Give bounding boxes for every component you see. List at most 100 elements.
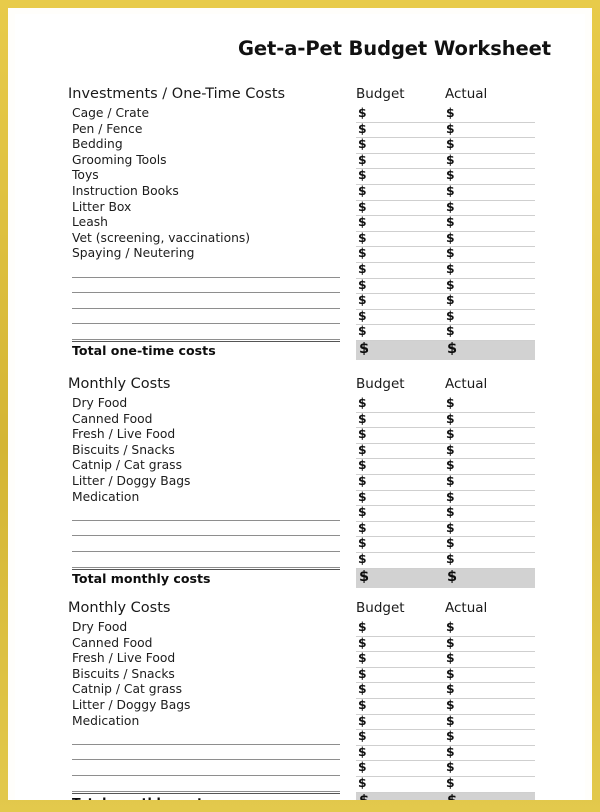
amount-field-budget[interactable]: $	[356, 682, 444, 699]
blank-write-in-line[interactable]	[72, 535, 340, 537]
amount-field-budget[interactable]: $	[356, 412, 444, 429]
currency-symbol: $	[446, 505, 455, 520]
blank-write-in-line[interactable]	[72, 519, 340, 521]
amount-field-budget[interactable]: $	[356, 490, 444, 507]
worksheet-row: Grooming Tools $ $	[15, 153, 585, 170]
amount-field-budget[interactable]: $	[356, 168, 444, 185]
amount-field-budget[interactable]: $	[356, 745, 444, 762]
amount-field-actual[interactable]: $	[444, 122, 535, 139]
amount-field-budget[interactable]: $	[356, 760, 444, 777]
amount-field-budget[interactable]: $	[356, 505, 444, 522]
row-item-label: Litter Box	[72, 199, 132, 214]
amount-field-budget[interactable]: $	[356, 293, 444, 310]
amount-field-actual[interactable]: $	[444, 776, 535, 793]
amount-field-actual[interactable]: $	[444, 458, 535, 475]
amount-field-budget[interactable]: $	[356, 324, 444, 341]
amount-field-actual[interactable]: $	[444, 651, 535, 668]
amount-field-actual[interactable]: $	[444, 729, 535, 746]
amount-field-budget[interactable]: $	[356, 698, 444, 715]
amount-field-budget[interactable]: $	[356, 729, 444, 746]
amount-field-actual[interactable]: $	[444, 168, 535, 185]
amount-field-actual[interactable]: $	[444, 698, 535, 715]
total-field-actual[interactable]: $	[444, 340, 535, 360]
total-field-budget[interactable]: $	[356, 792, 444, 800]
amount-field-actual[interactable]: $	[444, 536, 535, 553]
amount-field-budget[interactable]: $	[356, 474, 444, 491]
amount-field-budget[interactable]: $	[356, 636, 444, 653]
total-field-budget[interactable]: $	[356, 340, 444, 360]
amount-field-actual[interactable]: $	[444, 667, 535, 684]
amount-field-actual[interactable]: $	[444, 760, 535, 777]
blank-write-in-line[interactable]	[72, 759, 340, 761]
amount-field-actual[interactable]: $	[444, 293, 535, 310]
amount-field-actual[interactable]: $	[444, 427, 535, 444]
amount-field-actual[interactable]: $	[444, 184, 535, 201]
blank-write-in-line[interactable]	[72, 307, 340, 309]
amount-field-actual[interactable]: $	[444, 521, 535, 538]
blank-write-in-line[interactable]	[72, 292, 340, 294]
amount-field-actual[interactable]: $	[444, 636, 535, 653]
amount-field-budget[interactable]: $	[356, 153, 444, 170]
amount-field-actual[interactable]: $	[444, 278, 535, 295]
blank-write-in-line[interactable]	[72, 790, 340, 792]
amount-field-budget[interactable]: $	[356, 396, 444, 413]
amount-field-actual[interactable]: $	[444, 396, 535, 413]
amount-field-actual[interactable]: $	[444, 231, 535, 248]
blank-write-in-line[interactable]	[72, 323, 340, 325]
blank-write-in-line[interactable]	[72, 774, 340, 776]
amount-field-actual[interactable]: $	[444, 490, 535, 507]
amount-field-budget[interactable]: $	[356, 200, 444, 217]
amount-field-budget[interactable]: $	[356, 427, 444, 444]
total-field-budget[interactable]: $	[356, 568, 444, 588]
amount-field-actual[interactable]: $	[444, 682, 535, 699]
amount-field-actual[interactable]: $	[444, 324, 535, 341]
amount-field-budget[interactable]: $	[356, 620, 444, 637]
amount-field-actual[interactable]: $	[444, 745, 535, 762]
worksheet-section: Investments / One-Time Costs Budget Actual…	[15, 86, 585, 360]
blank-write-in-line[interactable]	[72, 338, 340, 340]
amount-field-budget[interactable]: $	[356, 231, 444, 248]
blank-write-in-line[interactable]	[72, 566, 340, 568]
amount-field-budget[interactable]: $	[356, 278, 444, 295]
amount-field-actual[interactable]: $	[444, 505, 535, 522]
amount-field-actual[interactable]: $	[444, 412, 535, 429]
amount-field-budget[interactable]: $	[356, 137, 444, 154]
amount-field-budget[interactable]: $	[356, 184, 444, 201]
amount-field-actual[interactable]: $	[444, 262, 535, 279]
amount-field-actual[interactable]: $	[444, 246, 535, 263]
amount-field-budget[interactable]: $	[356, 106, 444, 123]
amount-field-actual[interactable]: $	[444, 443, 535, 460]
amount-field-budget[interactable]: $	[356, 309, 444, 326]
amount-field-actual[interactable]: $	[444, 200, 535, 217]
section-rows: Cage / Crate $ $ Pen / Fence $ $ Bedding $ $ Groo…	[15, 106, 585, 341]
blank-write-in-line[interactable]	[72, 550, 340, 552]
amount-field-budget[interactable]: $	[356, 776, 444, 793]
total-field-actual[interactable]: $	[444, 568, 535, 588]
currency-symbol: $	[446, 458, 455, 473]
amount-field-actual[interactable]: $	[444, 474, 535, 491]
amount-field-budget[interactable]: $	[356, 552, 444, 569]
amount-field-actual[interactable]: $	[444, 153, 535, 170]
amount-field-actual[interactable]: $	[444, 309, 535, 326]
amount-field-budget[interactable]: $	[356, 521, 444, 538]
worksheet-row: Catnip / Cat grass $ $	[15, 682, 585, 699]
amount-field-budget[interactable]: $	[356, 262, 444, 279]
amount-field-budget[interactable]: $	[356, 122, 444, 139]
amount-field-budget[interactable]: $	[356, 215, 444, 232]
total-field-actual[interactable]: $	[444, 792, 535, 800]
amount-field-budget[interactable]: $	[356, 536, 444, 553]
blank-write-in-line[interactable]	[72, 743, 340, 745]
amount-field-actual[interactable]: $	[444, 552, 535, 569]
amount-field-budget[interactable]: $	[356, 246, 444, 263]
blank-write-in-line[interactable]	[72, 276, 340, 278]
amount-field-budget[interactable]: $	[356, 458, 444, 475]
amount-field-actual[interactable]: $	[444, 106, 535, 123]
amount-field-budget[interactable]: $	[356, 651, 444, 668]
amount-field-actual[interactable]: $	[444, 215, 535, 232]
amount-field-actual[interactable]: $	[444, 620, 535, 637]
amount-field-budget[interactable]: $	[356, 443, 444, 460]
amount-field-actual[interactable]: $	[444, 714, 535, 731]
amount-field-actual[interactable]: $	[444, 137, 535, 154]
amount-field-budget[interactable]: $	[356, 667, 444, 684]
amount-field-budget[interactable]: $	[356, 714, 444, 731]
